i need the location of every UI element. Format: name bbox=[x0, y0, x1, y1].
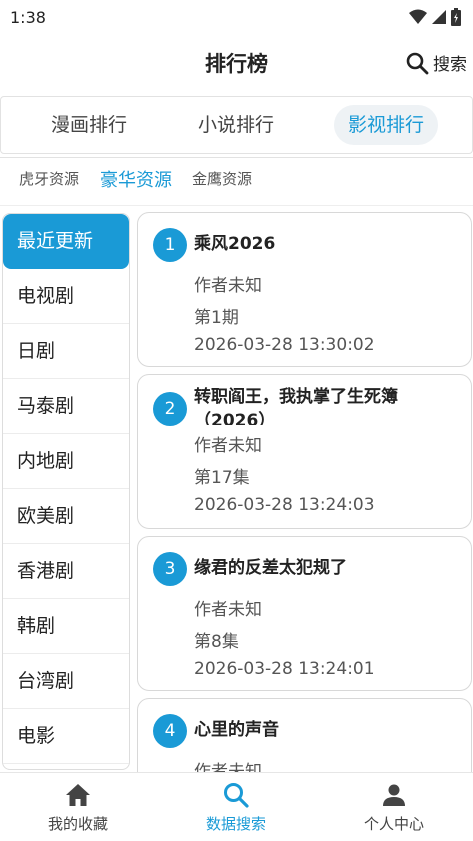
page-title: 排行榜 bbox=[205, 52, 268, 76]
ranking-tabs: 漫画排行 小说排行 影视排行 bbox=[0, 96, 473, 154]
bottom-nav: 我的收藏 数据搜索 个人中心 bbox=[0, 772, 473, 841]
tab-novel-ranking[interactable]: 小说排行 bbox=[190, 105, 282, 145]
list-item[interactable]: 2 转职阎王，我执掌了生死簿（2026） 作者未知 第17集 2026-03-2… bbox=[137, 374, 472, 529]
item-author: 作者未知 bbox=[194, 436, 262, 456]
search-icon bbox=[224, 783, 249, 808]
item-title: 乘风2026 bbox=[194, 234, 276, 254]
source-selector: 虎牙资源 豪华资源 金鹰资源 bbox=[0, 160, 473, 206]
rank-badge: 4 bbox=[153, 714, 187, 748]
search-button[interactable]: 搜索 bbox=[405, 50, 467, 75]
source-jinying[interactable]: 金鹰资源 bbox=[192, 168, 252, 189]
search-icon bbox=[406, 52, 429, 74]
status-bar: 1:38 bbox=[0, 0, 473, 34]
nav-profile[interactable]: 个人中心 bbox=[334, 781, 454, 834]
list-item[interactable]: 1 乘风2026 作者未知 第1期 2026-03-28 13:30:02 bbox=[137, 212, 472, 367]
source-huya[interactable]: 虎牙资源 bbox=[19, 168, 79, 189]
item-author: 作者未知 bbox=[194, 600, 262, 620]
item-title: 心里的声音 bbox=[194, 720, 279, 740]
tab-video-ranking[interactable]: 影视排行 bbox=[334, 105, 438, 145]
item-episode: 第1期 bbox=[194, 308, 239, 328]
category-tv[interactable]: 电视剧 bbox=[3, 269, 129, 324]
category-thai[interactable]: 马泰剧 bbox=[3, 379, 129, 434]
home-icon bbox=[66, 784, 90, 806]
header: 排行榜 搜索 bbox=[0, 34, 473, 94]
wifi-icon bbox=[409, 9, 427, 24]
divider bbox=[0, 152, 473, 158]
list-item[interactable]: 4 心里的声音 作者未知 bbox=[137, 698, 472, 772]
item-author: 作者未知 bbox=[194, 762, 262, 772]
signal-icon bbox=[432, 10, 446, 24]
item-author: 作者未知 bbox=[194, 276, 262, 296]
category-korean[interactable]: 韩剧 bbox=[3, 599, 129, 654]
nav-favorites[interactable]: 我的收藏 bbox=[18, 781, 138, 834]
category-sidebar: 最近更新 电视剧 日剧 马泰剧 内地剧 欧美剧 香港剧 韩剧 台湾剧 电影 bbox=[2, 213, 130, 770]
category-hongkong[interactable]: 香港剧 bbox=[3, 544, 129, 599]
category-recent[interactable]: 最近更新 bbox=[3, 214, 129, 269]
category-japanese[interactable]: 日剧 bbox=[3, 324, 129, 379]
category-movie[interactable]: 电影 bbox=[3, 709, 129, 764]
person-icon bbox=[383, 784, 405, 806]
item-time: 2026-03-28 13:30:02 bbox=[194, 335, 375, 355]
rank-badge: 2 bbox=[153, 392, 187, 426]
nav-label: 数据搜索 bbox=[205, 815, 266, 833]
nav-data-search[interactable]: 数据搜索 bbox=[176, 781, 296, 834]
item-title: 缘君的反差太犯规了 bbox=[194, 558, 347, 578]
category-western[interactable]: 欧美剧 bbox=[3, 489, 129, 544]
battery-icon bbox=[451, 8, 461, 26]
search-label: 搜索 bbox=[433, 55, 467, 75]
rank-badge: 3 bbox=[153, 552, 187, 586]
source-haohua[interactable]: 豪华资源 bbox=[100, 166, 172, 192]
item-episode: 第17集 bbox=[194, 468, 250, 488]
category-mainland[interactable]: 内地剧 bbox=[3, 434, 129, 489]
list-item[interactable]: 3 缘君的反差太犯规了 作者未知 第8集 2026-03-28 13:24:01 bbox=[137, 536, 472, 691]
nav-label: 我的收藏 bbox=[47, 815, 108, 833]
status-icons bbox=[409, 8, 461, 26]
item-episode: 第8集 bbox=[194, 632, 239, 652]
ranking-list[interactable]: 1 乘风2026 作者未知 第1期 2026-03-28 13:30:02 2 … bbox=[137, 212, 473, 772]
category-taiwan[interactable]: 台湾剧 bbox=[3, 654, 129, 709]
item-time: 2026-03-28 13:24:03 bbox=[194, 495, 375, 515]
item-time: 2026-03-28 13:24:01 bbox=[194, 659, 375, 679]
item-title: 转职阎王，我执掌了生死簿（2026） bbox=[194, 387, 398, 425]
status-time: 1:38 bbox=[10, 7, 46, 27]
rank-badge: 1 bbox=[153, 228, 187, 262]
tab-comic-ranking[interactable]: 漫画排行 bbox=[43, 105, 135, 145]
nav-label: 个人中心 bbox=[363, 815, 424, 833]
